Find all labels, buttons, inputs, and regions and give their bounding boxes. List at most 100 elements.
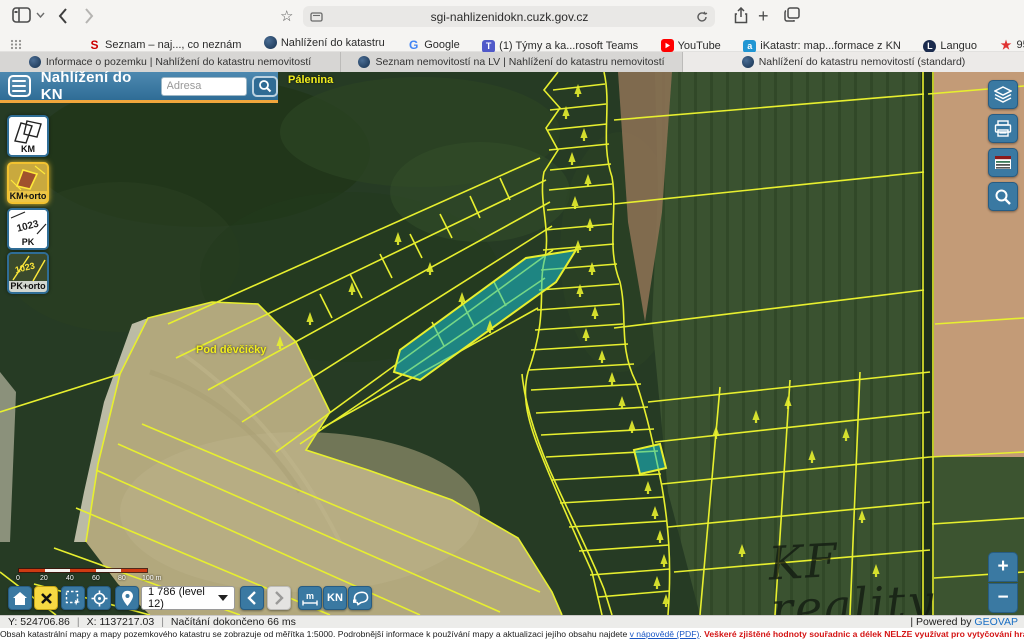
url-text[interactable]: sgi-nahlizenidokn.cuzk.gov.cz	[323, 10, 696, 24]
tab-seznam-nemovitosti[interactable]: Seznam nemovitostí na LV | Nahlížení do …	[341, 52, 683, 72]
chevron-down-icon[interactable]	[36, 12, 45, 18]
disclaimer-bar: Obsah katastrální mapy a mapy pozemkovéh…	[0, 628, 1024, 640]
sidebar-toggle-icon[interactable]	[12, 7, 31, 23]
hamburger-menu-button[interactable]	[8, 75, 31, 97]
coordinate-x: X: 1137217.03	[87, 616, 155, 628]
bookmarks-bar: SSeznam – naj..., co neznám Nahlížení do…	[0, 33, 1024, 52]
svg-text:m: m	[306, 591, 314, 601]
draw-polygon-button[interactable]	[348, 586, 372, 610]
browser-toolbar: ☆ sgi-nahlizenidokn.cuzk.gov.cz +	[0, 0, 1024, 33]
history-forward-button[interactable]	[267, 586, 291, 610]
bookmark-9522182[interactable]: ★9522182	[1000, 39, 1024, 52]
marquee-select-icon	[65, 590, 81, 606]
powered-by: | Powered by GEOVAP	[910, 616, 1018, 628]
cuzk-globe-icon	[742, 56, 754, 68]
highlighted-parcel-small[interactable]	[634, 444, 666, 474]
scale-tick: 20	[40, 575, 48, 582]
bookmark-seznam[interactable]: SSeznam – naj..., co neznám	[88, 39, 241, 52]
close-selection-button[interactable]	[34, 586, 58, 610]
bookmark-ikatastr[interactable]: aiKatastr: map...formace z KN	[743, 40, 901, 53]
kn-info-button[interactable]: KN	[323, 586, 347, 610]
pk-thumbnail: 1023	[9, 210, 47, 238]
disclaimer-text: Obsah katastrální mapy a mapy pozemkovéh…	[0, 629, 630, 639]
bookmark-youtube[interactable]: YouTube	[661, 39, 721, 52]
scale-tick: 0	[16, 575, 20, 582]
layer-button-pk-orto[interactable]: 1023 PK+orto	[7, 252, 49, 294]
zoom-out-button[interactable]: −	[988, 583, 1018, 613]
history-back-button[interactable]	[240, 586, 264, 610]
search-tool-button[interactable]	[988, 182, 1018, 211]
zoom-in-button[interactable]: +	[988, 552, 1018, 582]
teams-icon: T	[482, 40, 495, 53]
center-position-button[interactable]	[87, 586, 111, 610]
tab-overview-icon[interactable]	[784, 7, 800, 22]
location-pin-button[interactable]	[115, 586, 139, 610]
chevron-down-icon	[218, 595, 228, 601]
search-button[interactable]	[252, 76, 278, 97]
bookmark-teams[interactable]: T(1) Týmy a ka...rosoft Teams	[482, 40, 638, 53]
location-pin-icon	[121, 590, 134, 607]
star-icon: ★	[1000, 39, 1013, 52]
select-area-button[interactable]	[61, 586, 85, 610]
legend-tool-button[interactable]	[988, 148, 1018, 177]
cuzk-globe-icon	[29, 56, 41, 68]
legend-icon	[994, 155, 1012, 170]
cuzk-globe-icon	[264, 36, 277, 49]
cuzk-globe-icon	[358, 56, 370, 68]
measure-button[interactable]: m	[298, 586, 322, 610]
scale-tick: 80	[118, 575, 126, 582]
map-canvas[interactable]	[0, 72, 1024, 615]
forward-button[interactable]	[84, 8, 94, 24]
km-orto-thumbnail	[9, 164, 47, 192]
layers-icon	[994, 86, 1012, 103]
url-bar[interactable]: sgi-nahlizenidokn.cuzk.gov.cz	[303, 6, 715, 27]
new-tab-icon[interactable]: +	[758, 6, 769, 27]
back-button[interactable]	[58, 8, 68, 24]
seznam-icon: S	[88, 39, 101, 52]
layer-button-km-orto[interactable]: KM+orto	[7, 162, 49, 204]
bookmark-nahlizeni[interactable]: Nahlížení do katastru	[264, 36, 385, 49]
scale-tick: 100 m	[142, 575, 161, 582]
ikatastr-icon: a	[743, 40, 756, 53]
help-pdf-link[interactable]: v nápovědě (PDF)	[630, 629, 700, 639]
home-button[interactable]	[8, 586, 32, 610]
coordinate-y: Y: 524706.86	[8, 616, 70, 628]
bookmark-languo[interactable]: LLanguo	[923, 40, 977, 53]
scale-bar	[18, 568, 148, 573]
magnifier-icon	[258, 79, 272, 93]
geovap-link[interactable]: GEOVAP	[974, 616, 1018, 628]
magnifier-icon	[994, 188, 1012, 206]
layer-button-km[interactable]: KM	[7, 115, 49, 157]
tab-bar: Informace o pozemku | Nahlížení do katas…	[0, 52, 1024, 72]
map-label-pod-devcicky: Pod děvčičky	[196, 344, 266, 356]
tab-nahlizeni-standard[interactable]: Nahlížení do katastru nemovitostí (stand…	[683, 52, 1024, 72]
page-settings-icon[interactable]	[310, 11, 323, 23]
map-viewport[interactable]: Pálenina Pod děvčičky KF reality karla V…	[0, 72, 1024, 615]
app-header: Nahlížení do KN	[0, 72, 278, 103]
map-label-palenina: Pálenina	[288, 74, 333, 86]
close-icon	[40, 592, 53, 605]
bookmark-star-icon[interactable]: ☆	[280, 7, 293, 25]
bookmark-google[interactable]: GGoogle	[407, 39, 459, 52]
chevron-left-icon	[247, 591, 257, 605]
map-scale-dropdown[interactable]: 1 786 (level 12)	[141, 586, 235, 610]
pk-orto-thumbnail: 1023	[9, 254, 47, 282]
layers-tool-button[interactable]	[988, 80, 1018, 109]
status-bar: Y: 524706.86 | X: 1137217.03 | Načítání …	[0, 615, 1024, 628]
google-icon: G	[407, 39, 420, 52]
address-search-input[interactable]	[161, 77, 247, 96]
youtube-icon	[661, 39, 674, 52]
polygon-icon	[351, 590, 369, 606]
scale-tick: 40	[66, 575, 74, 582]
chevron-right-icon	[274, 591, 284, 605]
print-tool-button[interactable]	[988, 114, 1018, 143]
languo-icon: L	[923, 40, 936, 53]
layer-button-pk[interactable]: 1023 PK	[7, 208, 49, 250]
home-icon	[12, 591, 28, 606]
share-icon[interactable]	[734, 7, 748, 24]
scale-tick: 60	[92, 575, 100, 582]
reload-icon[interactable]	[696, 11, 708, 23]
load-status-message: Načítání dokončeno 66 ms	[171, 616, 296, 628]
screen: ☆ sgi-nahlizenidokn.cuzk.gov.cz + SSezna…	[0, 0, 1024, 640]
measure-icon: m	[301, 590, 319, 607]
